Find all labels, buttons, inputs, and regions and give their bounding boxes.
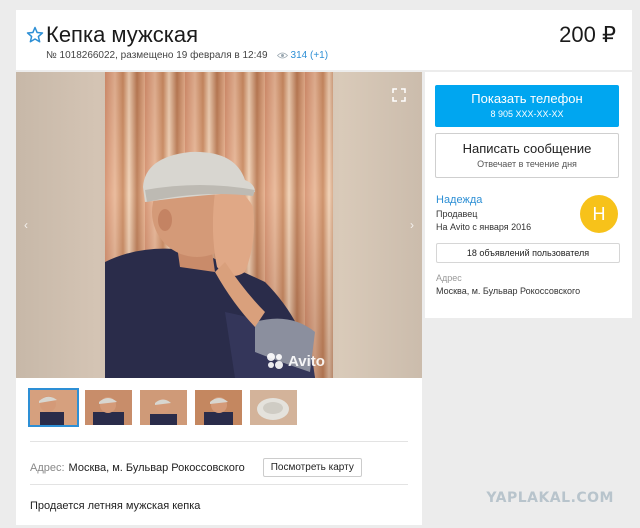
response-time: Отвечает в течение дня	[477, 159, 577, 169]
views-counter[interactable]: 314 (+1)	[276, 50, 329, 61]
user-ads-button[interactable]: 18 объявлений пользователя	[436, 243, 620, 263]
arrow-right-icon[interactable]: ›	[410, 218, 414, 232]
thumbnail-strip	[28, 388, 297, 427]
seller-name-link[interactable]: Надежда	[436, 194, 482, 206]
write-message-label: Написать сообщение	[462, 141, 592, 156]
arrow-left-icon[interactable]: ‹	[24, 218, 28, 232]
seller-address-value: Москва, м. Бульвар Рокоссовского	[436, 286, 581, 296]
eye-icon	[276, 52, 288, 59]
avatar[interactable]: Н	[580, 195, 618, 233]
seller-address-label: Адрес	[436, 273, 462, 283]
thumbnail[interactable]	[85, 390, 132, 425]
address-label: Адрес:	[30, 461, 65, 474]
listing-header: Кепка мужская 200 ₽ № 1018266022, размещ…	[16, 10, 632, 70]
fullscreen-icon[interactable]	[392, 88, 406, 102]
watermark-text: Avito	[288, 352, 325, 370]
listing-number: № 1018266022, размещено 19 февраля в 12:…	[46, 50, 268, 61]
phone-masked: 8 905 XXX-XX-XX	[490, 109, 564, 119]
main-photo[interactable]: ‹ › Avito	[16, 72, 422, 378]
show-phone-button[interactable]: Показать телефон 8 905 XXX-XX-XX	[435, 85, 619, 127]
thumbnail[interactable]	[250, 390, 297, 425]
thumbnail[interactable]	[195, 390, 242, 425]
listing-price: 200 ₽	[559, 22, 616, 47]
views-count: 314 (+1)	[290, 50, 329, 61]
photo-image[interactable]	[105, 72, 333, 378]
show-phone-label: Показать телефон	[471, 91, 583, 106]
address-row: Адрес: Москва, м. Бульвар Рокоссовского …	[30, 458, 362, 477]
seller-panel: Показать телефон 8 905 XXX-XX-XX Написат…	[425, 72, 632, 318]
seller-since: На Avito с января 2016	[436, 222, 532, 232]
thumbnail[interactable]	[140, 390, 187, 425]
write-message-button[interactable]: Написать сообщение Отвечает в течение дн…	[435, 133, 619, 178]
thumbnail[interactable]	[28, 388, 79, 427]
seller-role: Продавец	[436, 209, 478, 219]
show-map-button[interactable]: Посмотреть карту	[262, 458, 362, 477]
listing-title: Кепка мужская	[46, 22, 199, 47]
address-value: Москва, м. Бульвар Рокоссовского	[68, 461, 245, 474]
divider	[30, 484, 408, 485]
photo-person	[105, 151, 315, 378]
divider	[30, 441, 408, 442]
listing-description: Продается летняя мужская кепка	[30, 500, 201, 512]
listing-body: ‹ › Avito Адрес: Москва, м. Бульвар Роко…	[16, 72, 422, 525]
star-icon[interactable]	[26, 26, 44, 44]
photo-watermark: Avito	[266, 352, 325, 370]
site-watermark: YAPLAKAL.COM	[486, 490, 614, 506]
listing-meta: № 1018266022, размещено 19 февраля в 12:…	[46, 50, 328, 61]
avito-logo-icon	[267, 353, 283, 369]
